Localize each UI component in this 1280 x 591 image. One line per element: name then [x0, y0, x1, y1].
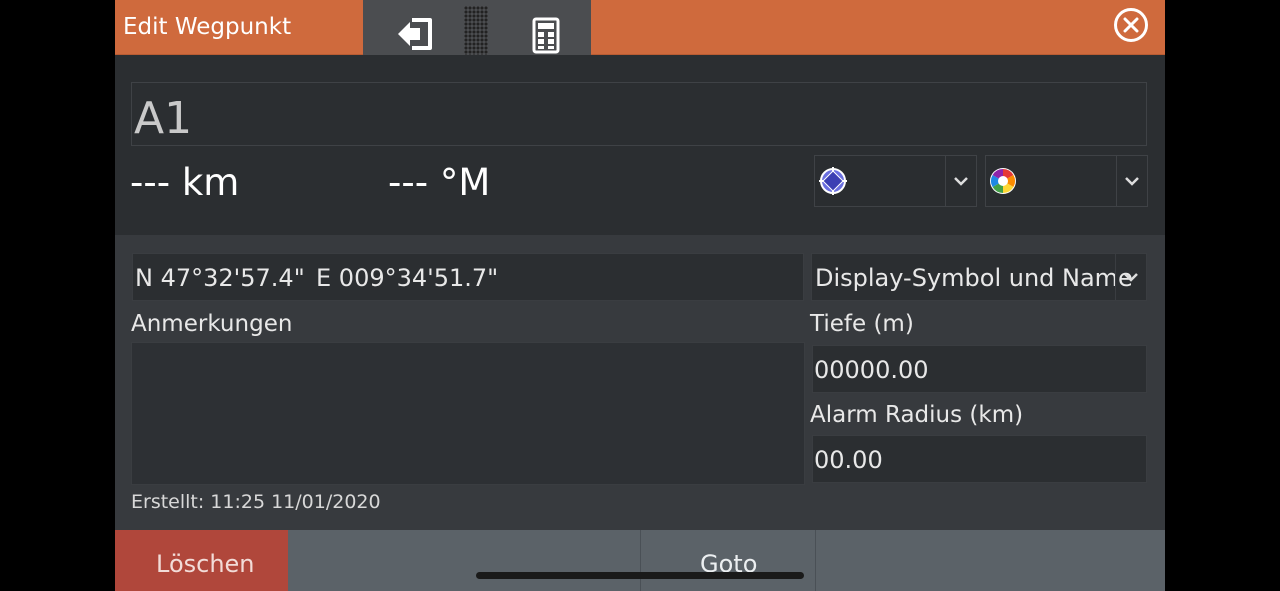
close-icon — [1123, 17, 1139, 33]
depth-field[interactable]: 00000.00 — [812, 345, 1147, 393]
depth-label: Tiefe (m) — [810, 311, 914, 337]
color-wheel-icon — [990, 168, 1016, 194]
color-dropdown-toggle[interactable] — [1116, 156, 1147, 206]
home-indicator[interactable] — [476, 572, 804, 579]
dialog-title: Edit Wegpunkt — [123, 14, 292, 40]
symbol-dropdown-toggle[interactable] — [945, 156, 976, 206]
alarm-radius-value: 00.00 — [814, 446, 883, 474]
display-mode-value: Display-Symbol und Name — [815, 264, 1133, 292]
chevron-down-icon — [1124, 273, 1138, 282]
edit-waypoint-dialog: Edit Wegpunkt A1 --- km --- °M N 47°32'5… — [115, 0, 1165, 591]
exit-icon[interactable] — [396, 16, 434, 52]
distance-readout: --- km — [130, 161, 240, 204]
waypoint-header-section: A1 --- km --- °M — [115, 55, 1165, 235]
chevron-down-icon — [954, 177, 968, 186]
waypoint-name: A1 — [134, 93, 193, 144]
waypoint-details-section: N 47°32'57.4" E 009°34'51.7" Display-Sym… — [115, 235, 1165, 530]
waypoint-symbol-icon — [819, 167, 847, 195]
divider — [815, 530, 816, 591]
action-bar: Löschen Goto — [115, 530, 1165, 591]
created-timestamp: Erstellt: 11:25 11/01/2020 — [131, 491, 381, 513]
delete-button[interactable]: Löschen — [115, 530, 288, 591]
notes-label: Anmerkungen — [131, 311, 293, 337]
latitude-value: N 47°32'57.4" — [135, 264, 305, 292]
symbol-dropdown[interactable] — [814, 155, 977, 207]
notes-field[interactable] — [131, 342, 805, 485]
keypad-icon[interactable] — [532, 17, 560, 54]
waypoint-name-field[interactable]: A1 — [131, 82, 1147, 146]
position-field[interactable]: N 47°32'57.4" E 009°34'51.7" — [132, 253, 804, 301]
alarm-radius-label: Alarm Radius (km) — [810, 402, 1024, 428]
alarm-radius-field[interactable]: 00.00 — [812, 435, 1147, 483]
bearing-readout: --- °M — [388, 161, 491, 204]
longitude-value: E 009°34'51.7" — [316, 264, 499, 292]
depth-value: 00000.00 — [814, 356, 929, 384]
display-mode-toggle[interactable] — [1115, 254, 1146, 300]
close-button[interactable] — [1114, 8, 1148, 42]
goto-button[interactable]: Goto — [641, 530, 815, 591]
delete-button-label: Löschen — [156, 550, 255, 578]
display-mode-dropdown[interactable]: Display-Symbol und Name — [811, 253, 1147, 301]
title-bar: Edit Wegpunkt — [115, 0, 1165, 55]
color-dropdown[interactable] — [985, 155, 1148, 207]
chevron-down-icon — [1125, 177, 1139, 186]
